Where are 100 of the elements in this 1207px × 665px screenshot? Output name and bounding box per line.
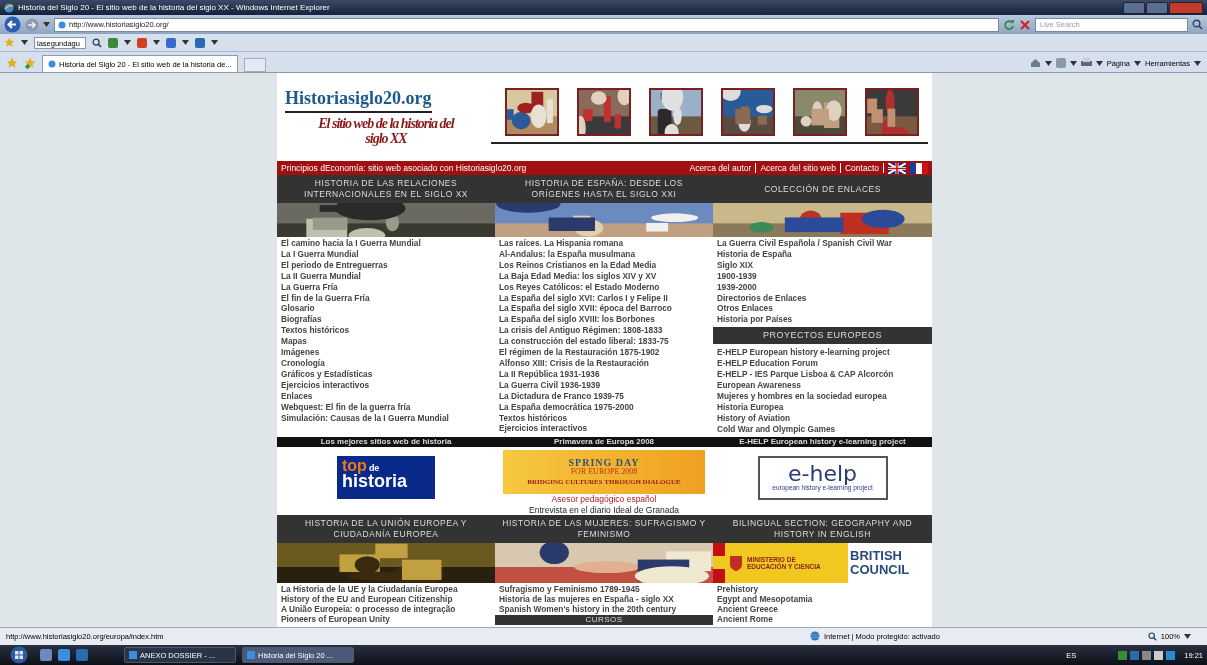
nav-link[interactable]: 1900-1939: [717, 270, 928, 282]
nav-link[interactable]: Otros Enlaces: [717, 303, 928, 315]
caret-icon[interactable]: [1194, 60, 1201, 66]
search-icon[interactable]: [1192, 19, 1203, 30]
toolbar-icon[interactable]: [108, 37, 118, 48]
star-icon[interactable]: [4, 37, 15, 48]
nav-link[interactable]: La II Guerra Mundial: [281, 270, 491, 282]
nav-link[interactable]: La II República 1931-1936: [499, 368, 709, 380]
nav-link[interactable]: La Guerra Civil Española / Spanish Civil War: [717, 238, 928, 249]
nav-link[interactable]: El fin de la Guerra Fría: [281, 292, 491, 304]
nav-link[interactable]: La Baja Edad Media: los siglos XIV y XV: [499, 270, 709, 282]
nav-link[interactable]: Alfonso XIII: Crisis de la Restauración: [499, 357, 709, 369]
nav-link[interactable]: Ancient Greece: [717, 603, 928, 614]
nav-link[interactable]: La Historia de la UE y la Ciudadanía Europea: [281, 583, 491, 594]
nav-link[interactable]: Textos históricos: [499, 412, 709, 424]
nav-link[interactable]: Glosario: [281, 303, 491, 315]
nav-link[interactable]: History of the EU and European Citizenship: [281, 593, 491, 604]
nav-link[interactable]: Directorios de Enlaces: [717, 292, 928, 304]
nav-link[interactable]: E-HELP Education Forum: [717, 358, 928, 370]
nav-link[interactable]: Pioneers of European Unity: [281, 613, 491, 624]
nav-link[interactable]: Al-Andalus: la España musulmana: [499, 248, 709, 260]
caret-icon[interactable]: [43, 22, 50, 27]
maximize-button[interactable]: [1146, 1, 1168, 14]
caret-icon[interactable]: [1184, 633, 1191, 639]
nav-link[interactable]: A União Europeia: o processo de integração: [281, 603, 491, 614]
nav-link[interactable]: Historia de las mujeres en España - siglo XX: [499, 593, 709, 604]
caret-icon[interactable]: [1044, 60, 1052, 66]
caption-link[interactable]: Asesor pedagógico español: [495, 493, 713, 505]
nav-link[interactable]: Spanish Women's history in the 20th century: [499, 603, 709, 614]
print-icon[interactable]: [1080, 58, 1092, 68]
nav-link[interactable]: Las raíces. La Hispania romana: [499, 238, 709, 249]
nav-link[interactable]: Ancient Rome: [717, 613, 928, 624]
nav-link[interactable]: Webquest: El fin de la guerra fría: [281, 401, 491, 413]
quick-launch-icon[interactable]: [58, 649, 70, 661]
toolbar-icon[interactable]: [195, 37, 205, 48]
nav-link[interactable]: E-HELP - IES Parque Lisboa & CAP Alcorcón: [717, 369, 928, 380]
nav-link[interactable]: La Dictadura de Franco 1939-75: [499, 390, 709, 402]
partner-link[interactable]: Principios dEconomía: sitio web asociado con Historiasiglo20.org: [281, 163, 527, 173]
caret-icon[interactable]: [211, 40, 218, 45]
nav-link[interactable]: Cronología: [281, 357, 491, 369]
nav-link[interactable]: Los Reinos Cristianos en la Edad Media: [499, 259, 709, 271]
caret-icon[interactable]: [1069, 60, 1077, 66]
nav-link[interactable]: Gráficos y Estadísticas: [281, 368, 491, 380]
nav-link[interactable]: La I Guerra Mundial: [281, 248, 491, 260]
nav-link[interactable]: El régimen de la Restauración 1875-1902: [499, 347, 709, 358]
nav-link[interactable]: El camino hacia la I Guerra Mundial: [281, 238, 491, 249]
header-link[interactable]: Acerca del autor: [689, 163, 757, 173]
caret-icon[interactable]: [1134, 60, 1141, 66]
nav-link[interactable]: Mapas: [281, 336, 491, 348]
caret-icon[interactable]: [182, 40, 189, 45]
nav-link[interactable]: La Guerra Fría: [281, 281, 491, 293]
nav-link[interactable]: Los Reyes Católicos: el Estado Moderno: [499, 281, 709, 293]
nav-link[interactable]: Ejercicios interactivos: [281, 379, 491, 391]
nav-link[interactable]: La crisis del Antiguo Régimen: 1808-1833: [499, 325, 709, 337]
nav-link[interactable]: Enlaces: [281, 390, 491, 402]
nav-link[interactable]: La España del siglo XVIII: los Borbones: [499, 314, 709, 326]
nav-link[interactable]: Imágenes: [281, 347, 491, 358]
nav-link[interactable]: Mujeres y hombres en la sociedad europea: [717, 390, 928, 402]
stop-icon[interactable]: [1019, 18, 1031, 31]
caret-icon[interactable]: [124, 40, 131, 45]
nav-link[interactable]: La España del siglo XVII: época del Barroco: [499, 303, 709, 315]
nav-link[interactable]: European Awareness: [717, 379, 928, 391]
back-button[interactable]: [4, 16, 21, 33]
caption-link[interactable]: Entrevista en el diario Ideal de Granada: [495, 504, 713, 516]
nav-link[interactable]: E-HELP European history e-learning project: [717, 347, 928, 359]
caret-icon[interactable]: [1095, 60, 1103, 66]
nav-link[interactable]: 1939-2000: [717, 281, 928, 293]
nav-link[interactable]: Cold War and Olympic Games: [717, 423, 928, 435]
minimize-button[interactable]: [1123, 1, 1145, 14]
nav-link[interactable]: Historia Europea: [717, 401, 928, 413]
nav-link[interactable]: Prehistory: [717, 583, 928, 594]
nav-link[interactable]: Historia por Países: [717, 314, 928, 326]
nav-link[interactable]: Sufragismo y Feminismo 1789-1945: [499, 583, 709, 594]
header-link[interactable]: Contacto: [844, 163, 884, 173]
toolbar-icon[interactable]: [166, 37, 176, 48]
zoom-icon[interactable]: [1147, 631, 1157, 641]
nav-link[interactable]: Simulación: Causas de la I Guerra Mundial: [281, 412, 491, 424]
search-icon[interactable]: [92, 37, 102, 48]
british-council-logo[interactable]: BRITISH COUNCIL: [848, 542, 932, 583]
nav-link[interactable]: La Guerra Civil 1936-1939: [499, 379, 709, 391]
add-favorite-icon[interactable]: [24, 57, 36, 69]
site-logo[interactable]: Historiasiglo20.org: [285, 88, 432, 113]
nav-link[interactable]: Siglo XIX: [717, 259, 928, 271]
caret-icon[interactable]: [153, 40, 160, 45]
nav-link[interactable]: Ejercicios interactivos: [499, 423, 709, 435]
toolbar-icon[interactable]: [137, 37, 147, 48]
top-historia-logo[interactable]: top de historia: [337, 455, 435, 499]
nav-link[interactable]: La España del siglo XVI: Carlos I y Felipe II: [499, 292, 709, 304]
nav-link[interactable]: Biografías: [281, 314, 491, 326]
nav-link[interactable]: Textos históricos: [281, 325, 491, 337]
header-link[interactable]: Acerca del sitio web: [760, 163, 841, 173]
nav-link[interactable]: El periodo de Entreguerras: [281, 259, 491, 271]
nav-link[interactable]: La construcción del estado liberal: 1833-75: [499, 336, 709, 348]
caret-icon[interactable]: [21, 40, 28, 45]
nav-link[interactable]: Historia de España: [717, 248, 928, 260]
nav-link[interactable]: La España democrática 1975-2000: [499, 401, 709, 413]
nav-link[interactable]: History of Aviation: [717, 412, 928, 424]
france-flag-icon[interactable]: [910, 162, 928, 174]
nav-link[interactable]: Egypt and Mesopotamia: [717, 593, 928, 604]
quick-launch-icon[interactable]: [40, 649, 52, 661]
